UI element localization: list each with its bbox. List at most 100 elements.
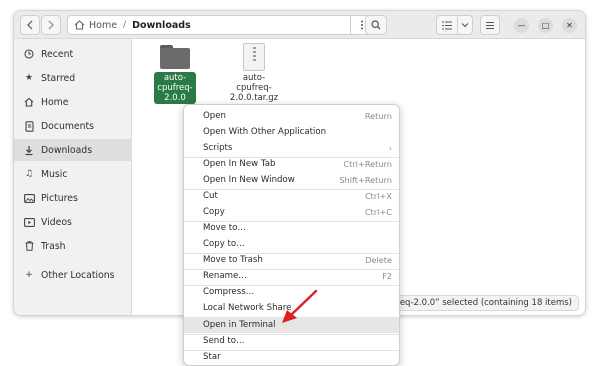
menu-item-accel: Shift+Return bbox=[339, 175, 392, 185]
file-item-folder[interactable]: auto- cpufreq- 2.0.0 bbox=[154, 45, 196, 104]
menu-item-open[interactable]: Open Return bbox=[184, 108, 399, 124]
menu-item-accel: Delete bbox=[365, 255, 392, 265]
sidebar-item-other-locations[interactable]: + Other Locations bbox=[14, 264, 132, 286]
menu-item-accel: F2 bbox=[382, 271, 392, 281]
sidebar-item-recent[interactable]: Recent bbox=[14, 43, 132, 65]
menu-item-accel: Return bbox=[364, 111, 392, 121]
clock-icon bbox=[23, 49, 35, 59]
file-name-line: auto- bbox=[163, 73, 187, 83]
menu-item-label: Open In New Window bbox=[203, 175, 295, 185]
minimize-icon: — bbox=[517, 21, 526, 30]
submenu-arrow-icon: › bbox=[388, 143, 392, 153]
sidebar-item-trash[interactable]: Trash bbox=[14, 235, 132, 257]
back-button[interactable] bbox=[20, 15, 40, 35]
menu-item-copy[interactable]: Copy Ctrl+C bbox=[184, 204, 399, 220]
video-icon bbox=[23, 217, 35, 227]
trash-icon bbox=[23, 241, 35, 251]
menu-item-send-to[interactable]: Send to… bbox=[184, 333, 399, 349]
forward-button[interactable] bbox=[41, 15, 61, 35]
menu-item-cut[interactable]: Cut Ctrl+X bbox=[184, 188, 399, 204]
sidebar-item-starred[interactable]: ★ Starred bbox=[14, 67, 132, 89]
sidebar-item-label: Home bbox=[41, 96, 69, 108]
file-name-line: 2.0.0 bbox=[164, 93, 186, 103]
sidebar-item-label: Recent bbox=[41, 48, 74, 60]
plus-icon: + bbox=[25, 270, 33, 280]
path-home-crumb[interactable]: Home bbox=[89, 20, 117, 31]
sidebar-item-label: Starred bbox=[41, 72, 76, 84]
file-item-archive[interactable]: auto- cpufreq- 2.0.0.tar.gz bbox=[224, 43, 284, 103]
menu-item-open-new-tab[interactable]: Open In New Tab Ctrl+Return bbox=[184, 156, 399, 172]
star-icon: ★ bbox=[24, 73, 34, 83]
header-bar: Home / Downloads — □ ✕ bbox=[14, 11, 585, 39]
menu-item-accel: Ctrl+C bbox=[364, 207, 392, 217]
menu-item-label: Copy to… bbox=[203, 239, 245, 249]
sidebar-item-music[interactable]: ♫ Music bbox=[14, 163, 132, 185]
sidebar-item-documents[interactable]: Documents bbox=[14, 115, 132, 137]
file-name-line: cpufreq- bbox=[236, 83, 272, 93]
menu-item-rename[interactable]: Rename… F2 bbox=[184, 268, 399, 284]
file-name: auto- cpufreq- 2.0.0 bbox=[154, 72, 196, 104]
view-options-dropdown[interactable] bbox=[457, 15, 473, 35]
chevron-down-icon bbox=[461, 23, 469, 28]
hamburger-menu-icon bbox=[486, 21, 494, 29]
menu-item-label: Open In New Tab bbox=[203, 159, 276, 169]
menu-item-label: Open in Terminal bbox=[203, 320, 276, 330]
minimize-button[interactable]: — bbox=[514, 18, 529, 33]
file-name-line: 2.0.0.tar.gz bbox=[229, 93, 279, 103]
sidebar-item-pictures[interactable]: Pictures bbox=[14, 187, 132, 209]
view-toggle-button[interactable] bbox=[436, 15, 458, 35]
menu-item-label: Cut bbox=[203, 191, 218, 201]
close-icon: ✕ bbox=[566, 21, 573, 30]
path-bar[interactable]: Home / Downloads bbox=[67, 15, 373, 35]
menu-item-label: Scripts bbox=[203, 143, 233, 153]
red-arrow-annotation-icon bbox=[282, 289, 318, 323]
menu-item-move-to[interactable]: Move to… bbox=[184, 220, 399, 236]
chevron-right-icon bbox=[48, 20, 54, 30]
menu-item-open-with[interactable]: Open With Other Application bbox=[184, 124, 399, 140]
sidebar-item-label: Documents bbox=[41, 120, 95, 132]
sidebar-item-label: Videos bbox=[41, 216, 72, 228]
sidebar-item-label: Pictures bbox=[41, 192, 78, 204]
menu-item-label: Rename… bbox=[203, 271, 247, 281]
sidebar-item-label: Downloads bbox=[41, 144, 93, 156]
menu-item-copy-to[interactable]: Copy to… bbox=[184, 236, 399, 252]
sidebar-item-label: Trash bbox=[41, 240, 66, 252]
home-icon bbox=[23, 97, 35, 107]
main-menu-button[interactable] bbox=[480, 15, 500, 35]
file-name-line: auto- bbox=[242, 73, 266, 83]
maximize-button[interactable]: □ bbox=[538, 18, 553, 33]
music-icon: ♫ bbox=[24, 169, 34, 179]
menu-item-label: Copy bbox=[203, 207, 225, 217]
sidebar-item-downloads[interactable]: Downloads bbox=[14, 139, 132, 161]
home-icon bbox=[74, 20, 85, 30]
menu-item-label: Move to Trash bbox=[203, 255, 263, 265]
path-current-crumb[interactable]: Downloads bbox=[132, 20, 191, 31]
menu-item-scripts[interactable]: Scripts › bbox=[184, 140, 399, 156]
status-text: ufreq-2.0.0” selected (containing 18 ite… bbox=[388, 298, 572, 308]
document-icon bbox=[23, 120, 35, 132]
file-name: auto- cpufreq- 2.0.0.tar.gz bbox=[224, 73, 284, 103]
folder-icon bbox=[160, 45, 190, 69]
maximize-icon: □ bbox=[541, 21, 550, 30]
close-button[interactable]: ✕ bbox=[562, 18, 577, 33]
menu-item-label: Open With Other Application bbox=[203, 127, 327, 137]
search-button[interactable] bbox=[365, 15, 387, 35]
picture-icon bbox=[23, 193, 35, 203]
status-bar: ufreq-2.0.0” selected (containing 18 ite… bbox=[381, 295, 579, 311]
sidebar-item-label: Music bbox=[41, 168, 68, 180]
menu-item-open-new-window[interactable]: Open In New Window Shift+Return bbox=[184, 172, 399, 188]
kebab-menu-icon bbox=[360, 20, 363, 30]
menu-item-label: Send to… bbox=[203, 336, 245, 346]
archive-icon bbox=[243, 43, 265, 71]
menu-item-accel: Ctrl+X bbox=[364, 191, 392, 201]
menu-item-label: Star bbox=[203, 352, 221, 362]
file-name-line: cpufreq- bbox=[157, 83, 193, 93]
sidebar-item-home[interactable]: Home bbox=[14, 91, 132, 113]
list-view-icon bbox=[442, 20, 452, 30]
sidebar-item-videos[interactable]: Videos bbox=[14, 211, 132, 233]
menu-item-move-to-trash[interactable]: Move to Trash Delete bbox=[184, 252, 399, 268]
download-icon bbox=[23, 145, 35, 156]
chevron-left-icon bbox=[27, 20, 33, 30]
menu-item-accel: Ctrl+Return bbox=[343, 159, 392, 169]
menu-item-label: Move to… bbox=[203, 223, 246, 233]
